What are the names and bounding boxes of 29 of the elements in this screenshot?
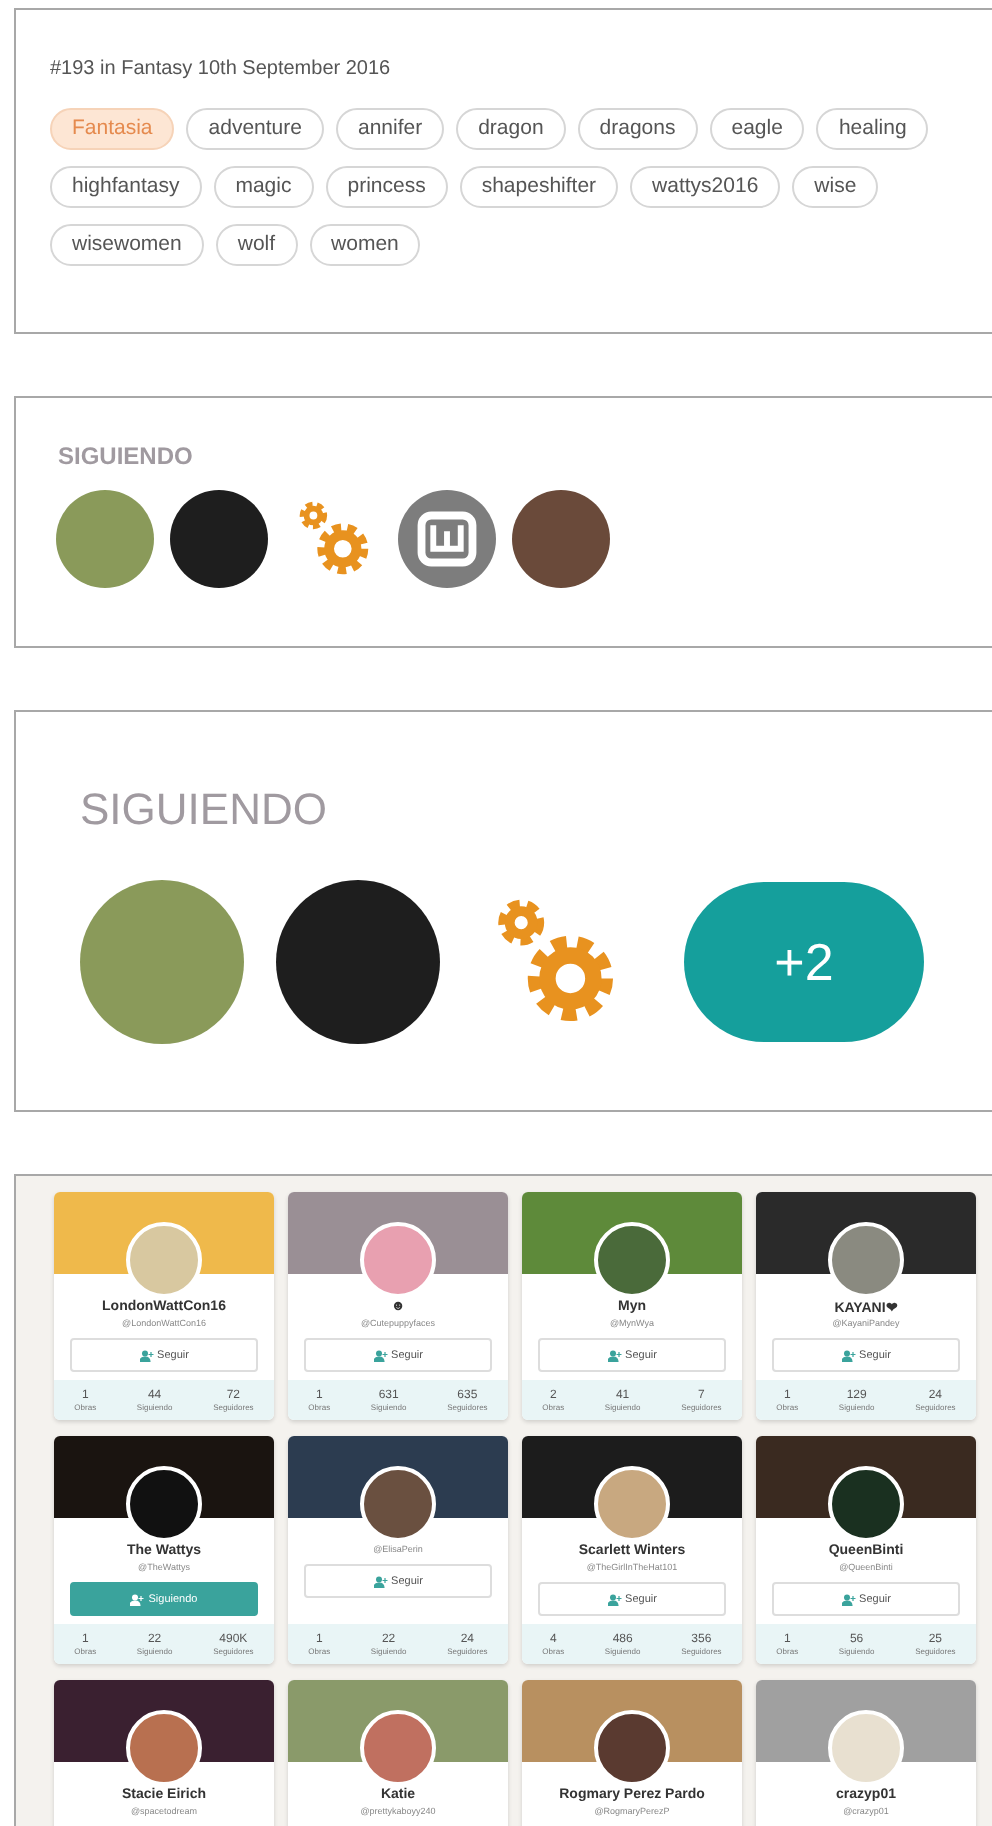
logo-icon (398, 490, 496, 588)
avatar-placeholder[interactable] (170, 490, 268, 588)
user-plus-icon (607, 1349, 622, 1361)
tag-chip[interactable]: dragons (577, 108, 698, 150)
tag-chip[interactable]: dragon (456, 108, 566, 150)
avatar-placeholder[interactable] (512, 490, 610, 588)
ranking-text: #193 in Fantasy 10th September 2016 (50, 58, 393, 80)
tag-chip[interactable]: wisewomen (50, 224, 204, 266)
section-title: SIGUIENDO (58, 442, 195, 470)
user-plus-icon (130, 1593, 145, 1605)
tag-chip[interactable]: shapeshifter (459, 166, 619, 208)
user-plus-icon (841, 1349, 856, 1361)
tag-chip[interactable]: eagle (709, 108, 805, 150)
tag-chip[interactable]: healing (816, 108, 929, 150)
tag-chip[interactable]: highfantasy (50, 166, 202, 208)
tag-chip[interactable]: women (309, 224, 421, 266)
user-plus-icon (139, 1349, 154, 1361)
tag-chip[interactable]: wattys2016 (630, 166, 781, 208)
user-plus-icon (607, 1593, 622, 1605)
section-title: SIGUIENDO (80, 784, 329, 836)
tag-chip[interactable]: annifer (335, 108, 445, 150)
user-plus-icon (841, 1593, 856, 1605)
tag-chip[interactable]: princess (325, 166, 448, 208)
tag-chip[interactable]: wise (792, 166, 879, 208)
tag-chip[interactable]: wolf (215, 224, 298, 266)
tag-chip[interactable]: magic (213, 166, 314, 208)
user-plus-icon (373, 1349, 388, 1361)
tag-chip[interactable]: adventure (186, 108, 324, 150)
user-plus-icon (373, 1575, 388, 1587)
